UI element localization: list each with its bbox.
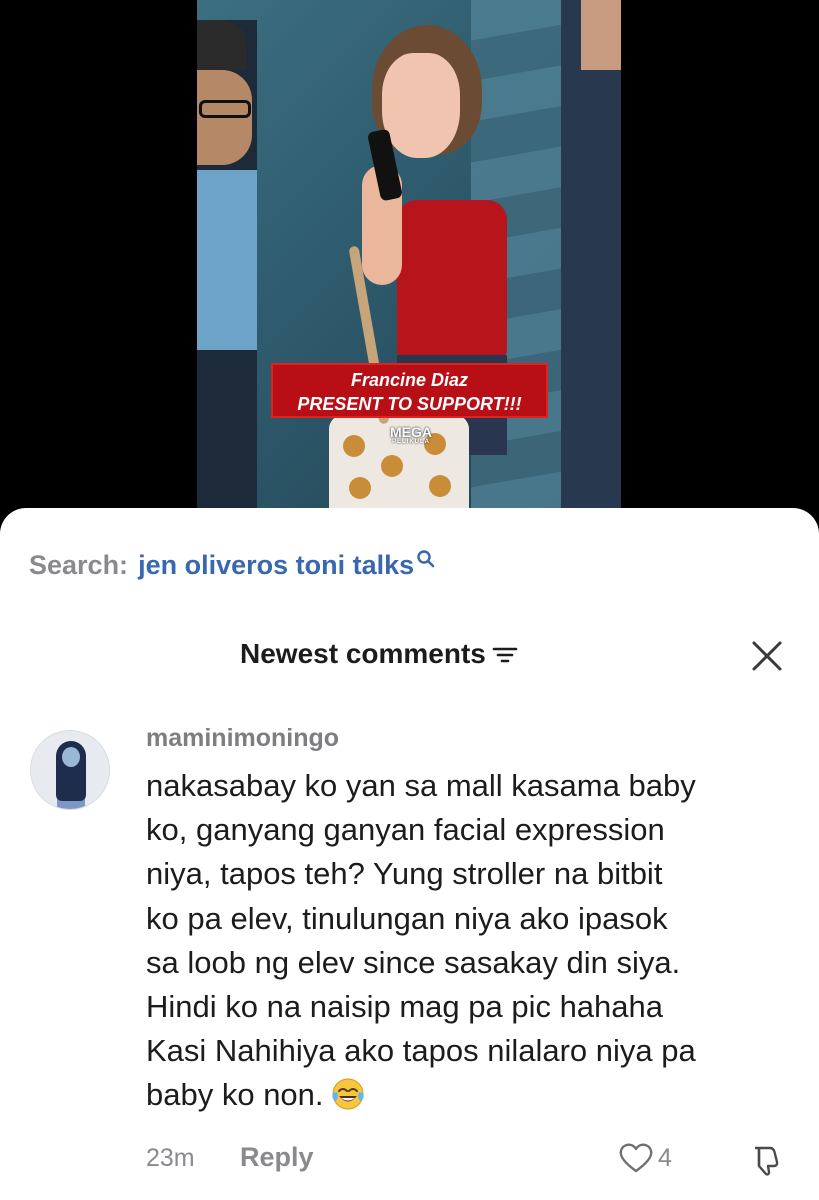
avatar[interactable] bbox=[30, 730, 110, 810]
search-label: Search: bbox=[29, 549, 129, 580]
comment-actions: 23m Reply 4 bbox=[0, 1142, 819, 1178]
comments-sheet: Search: jen oliveros toni talks Newest c… bbox=[0, 508, 819, 1200]
sort-icon[interactable] bbox=[492, 643, 518, 665]
caption-name: Francine Diaz bbox=[350, 370, 469, 390]
search-suggestion[interactable]: Search: jen oliveros toni talks bbox=[29, 548, 436, 582]
reply-button[interactable]: Reply bbox=[240, 1142, 314, 1173]
video-player[interactable]: Francine Diaz PRESENT TO SUPPORT!!! MEGA… bbox=[0, 0, 819, 540]
bystander-right-image bbox=[561, 0, 621, 510]
comment-text-wrap: nakasabay ko yan sa mall kasama baby ko,… bbox=[146, 764, 796, 1118]
comment-text: nakasabay ko yan sa mall kasama baby ko,… bbox=[146, 768, 696, 1113]
caption-headline: PRESENT TO SUPPORT!!! bbox=[297, 394, 522, 414]
comment-username[interactable]: maminimoningo bbox=[146, 724, 339, 753]
close-icon[interactable] bbox=[748, 637, 786, 675]
bystander-left-image bbox=[197, 20, 257, 510]
watermark-text: MEGA bbox=[390, 424, 432, 440]
thumbs-down-icon[interactable] bbox=[748, 1142, 784, 1178]
heart-icon[interactable] bbox=[618, 1142, 654, 1174]
like-count: 4 bbox=[658, 1143, 672, 1172]
comments-title: Newest comments bbox=[240, 638, 486, 669]
watermark-logo: MEGA PELIKULA bbox=[384, 425, 438, 446]
face-with-tears-of-joy-icon bbox=[331, 1078, 364, 1110]
search-icon[interactable] bbox=[416, 549, 436, 569]
like-button[interactable]: 4 bbox=[618, 1142, 672, 1174]
search-query-link[interactable]: jen oliveros toni talks bbox=[138, 550, 414, 581]
watermark-subtext: PELIKULA bbox=[392, 439, 430, 445]
video-caption-banner: Francine Diaz PRESENT TO SUPPORT!!! bbox=[271, 363, 548, 418]
comments-header: Newest comments bbox=[0, 632, 819, 676]
comment-timestamp: 23m bbox=[146, 1144, 195, 1172]
sort-comments-button[interactable]: Newest comments bbox=[240, 632, 518, 676]
